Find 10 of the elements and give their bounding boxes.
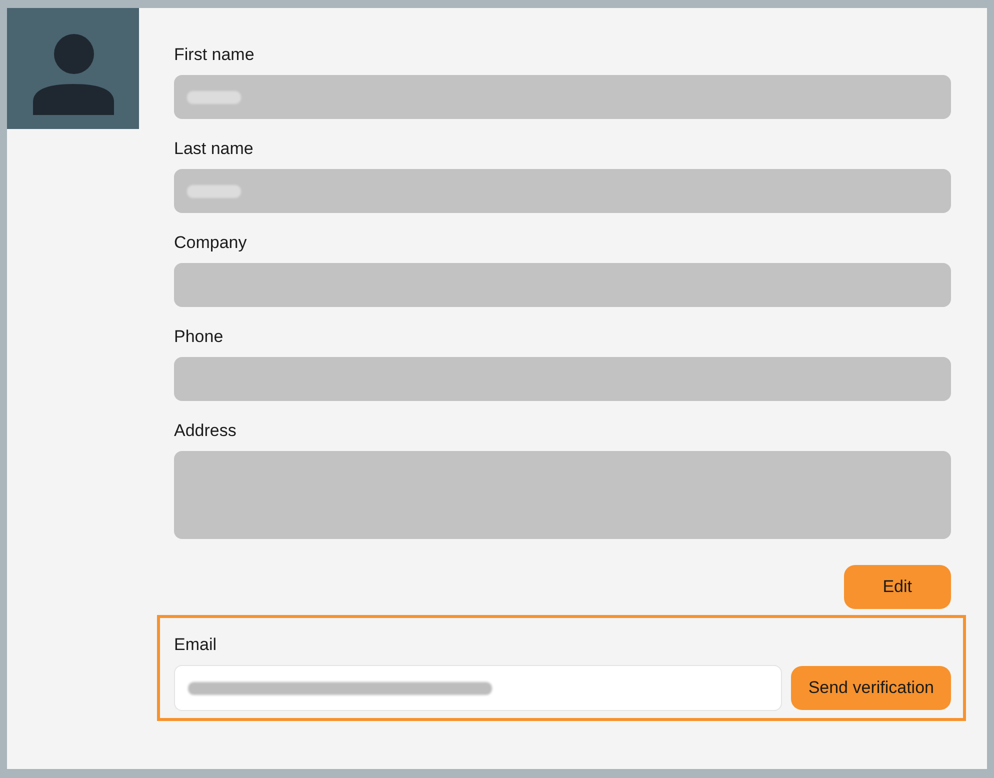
- avatar-icon: [7, 8, 139, 129]
- field-label: Email: [174, 635, 217, 655]
- field-label: Company: [174, 233, 247, 253]
- field-label: Phone: [174, 327, 224, 347]
- field-label: First name: [174, 45, 254, 65]
- field-label: Last name: [174, 139, 254, 159]
- edit-button[interactable]: Edit: [844, 565, 951, 609]
- field-label: Address: [174, 421, 236, 441]
- send-verification-button[interactable]: Send verification: [791, 666, 951, 710]
- input-field[interactable]: [174, 665, 782, 711]
